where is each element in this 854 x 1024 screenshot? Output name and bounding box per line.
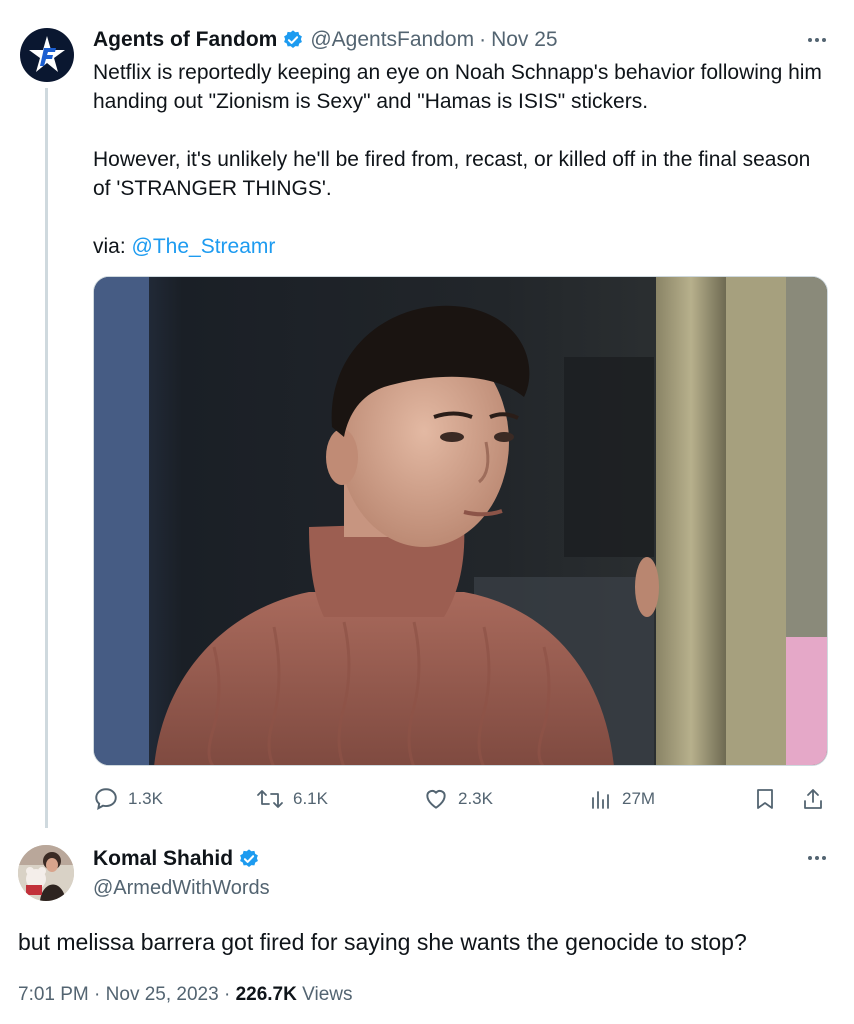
share-icon — [804, 789, 822, 809]
via-mention-link[interactable]: @The_Streamr — [132, 235, 276, 258]
views-count: 27M — [622, 789, 656, 808]
tweet-date[interactable]: Nov 25 — [491, 26, 558, 54]
verified-badge-icon — [238, 848, 260, 870]
reply-author-display-name[interactable]: Komal Shahid — [93, 845, 233, 873]
agents-of-fandom-logo-icon — [21, 29, 73, 81]
reply-author-handle[interactable]: @ArmedWithWords — [93, 874, 270, 902]
tweet-header: Agents of Fandom @AgentsFandom · Nov 25 — [93, 26, 558, 54]
author-avatar[interactable] — [20, 28, 74, 82]
reply-icon — [95, 788, 117, 811]
reply-author-avatar[interactable] — [18, 845, 74, 901]
like-button[interactable]: 2.3K — [423, 784, 493, 814]
reply-more-options-icon[interactable] — [808, 848, 826, 868]
separator-dot: · — [479, 28, 487, 51]
photo-illustration — [94, 277, 827, 765]
tweet-body: Netflix is reportedly keeping an eye on … — [93, 58, 828, 290]
tweet-paragraph-2: However, it's unlikely he'll be fired fr… — [93, 148, 811, 200]
tweet-thread: Agents of Fandom @AgentsFandom · Nov 25 … — [0, 0, 854, 1024]
heart-icon — [426, 789, 446, 809]
share-button[interactable] — [801, 784, 825, 814]
meta-separator-1: · — [94, 984, 101, 1005]
reply-count: 1.3K — [128, 789, 163, 808]
tweet-paragraph-1: Netflix is reportedly keeping an eye on … — [93, 61, 822, 113]
reply-header: Komal Shahid — [93, 845, 266, 873]
reply-views-label: Views — [302, 984, 353, 1005]
repost-button[interactable]: 6.1K — [256, 784, 328, 814]
tweet-photo[interactable] — [93, 276, 828, 766]
verified-badge-icon — [282, 29, 304, 51]
reply-meta: 7:01 PM · Nov 25, 2023 · 226.7K Views — [18, 981, 352, 1009]
reply-button[interactable]: 1.3K — [93, 784, 163, 814]
bookmark-icon — [757, 789, 773, 809]
author-handle[interactable]: @AgentsFandom — [310, 26, 474, 54]
via-label: via: — [93, 235, 132, 258]
repost-icon — [257, 790, 283, 808]
views-button[interactable]: 27M — [589, 784, 655, 814]
bookmark-button[interactable] — [753, 784, 777, 814]
tweet-action-bar: 1.3K 6.1K 2.3K 27M — [93, 784, 833, 814]
more-options-icon[interactable] — [808, 30, 826, 50]
repost-count: 6.1K — [293, 789, 328, 808]
avatar-photo — [18, 845, 74, 901]
tweet-via: via: @The_Streamr — [93, 232, 828, 261]
analytics-icon — [592, 791, 609, 809]
reply-views-count[interactable]: 226.7K — [236, 984, 297, 1005]
reply-date[interactable]: Nov 25, 2023 — [106, 984, 219, 1005]
author-display-name[interactable]: Agents of Fandom — [93, 26, 277, 54]
like-count: 2.3K — [458, 789, 493, 808]
reply-time[interactable]: 7:01 PM — [18, 984, 89, 1005]
thread-connector-line — [45, 88, 48, 828]
meta-separator-2: · — [223, 984, 231, 1005]
reply-body: but melissa barrera got fired for saying… — [18, 929, 747, 955]
